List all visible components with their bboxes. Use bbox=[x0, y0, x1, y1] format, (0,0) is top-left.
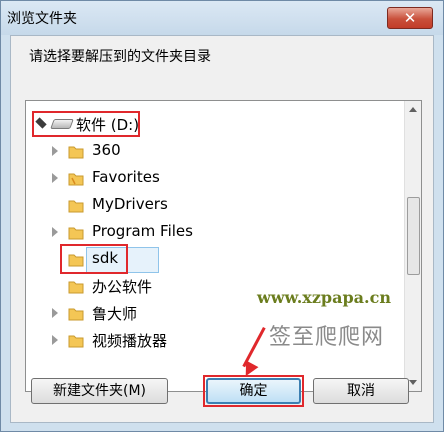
watermark-text: 签至爬爬网 bbox=[269, 325, 385, 350]
scroll-up-icon[interactable] bbox=[409, 107, 417, 112]
tree-item-selected[interactable]: sdk bbox=[26, 244, 406, 274]
tree-root-drive[interactable]: 软件 (D:) bbox=[26, 111, 406, 137]
dialog-body: 请选择要解压到的文件夹目录 软件 (D:) 360 Favorites MyDr… bbox=[10, 35, 434, 423]
tree-item-label: 360 bbox=[92, 141, 121, 159]
collapse-arrow-icon[interactable] bbox=[52, 227, 58, 237]
tree-item[interactable]: MyDrivers bbox=[26, 192, 406, 218]
scroll-down-icon[interactable] bbox=[409, 380, 417, 385]
tree-item-label: 视频播放器 bbox=[92, 332, 168, 350]
tree-item-label: MyDrivers bbox=[92, 195, 168, 213]
collapse-arrow-icon[interactable] bbox=[52, 308, 58, 318]
folder-icon bbox=[68, 227, 84, 240]
tree-item-label: Favorites bbox=[92, 168, 160, 186]
folder-icon bbox=[68, 173, 84, 186]
tree-item-label: 鲁大师 bbox=[92, 305, 138, 323]
collapse-arrow-icon[interactable] bbox=[52, 335, 58, 345]
close-button[interactable]: ✕ bbox=[387, 7, 433, 29]
tree-item-label: 办公软件 bbox=[92, 278, 153, 296]
close-icon: ✕ bbox=[403, 9, 417, 27]
tree-item[interactable]: Favorites bbox=[26, 165, 406, 191]
folder-icon bbox=[68, 200, 84, 213]
folder-icon bbox=[68, 335, 84, 348]
folder-icon bbox=[68, 308, 84, 321]
highlight-box-drive bbox=[32, 111, 140, 137]
folder-icon bbox=[68, 281, 84, 294]
watermark-url: www.xzpapa.cn bbox=[257, 288, 391, 307]
ok-button[interactable]: 确定 bbox=[206, 378, 301, 404]
window-title: 浏览文件夹 bbox=[7, 11, 77, 27]
browse-folder-dialog: 浏览文件夹 ✕ 请选择要解压到的文件夹目录 软件 (D:) 360 Favori… bbox=[0, 0, 444, 432]
collapse-arrow-icon[interactable] bbox=[52, 146, 58, 156]
tree-item[interactable]: Program Files bbox=[26, 219, 406, 245]
tree-item[interactable]: 360 bbox=[26, 138, 406, 164]
folder-icon bbox=[68, 146, 84, 159]
instruction-text: 请选择要解压到的文件夹目录 bbox=[29, 49, 211, 65]
scroll-thumb[interactable] bbox=[407, 197, 420, 275]
vertical-scrollbar[interactable] bbox=[404, 101, 421, 391]
cancel-button[interactable]: 取消 bbox=[313, 378, 409, 404]
new-folder-button[interactable]: 新建文件夹(M) bbox=[31, 378, 168, 404]
titlebar[interactable]: 浏览文件夹 ✕ bbox=[1, 1, 443, 35]
collapse-arrow-icon[interactable] bbox=[52, 173, 58, 183]
highlight-box-sdk bbox=[60, 244, 128, 274]
tree-item-label: Program Files bbox=[92, 222, 193, 240]
